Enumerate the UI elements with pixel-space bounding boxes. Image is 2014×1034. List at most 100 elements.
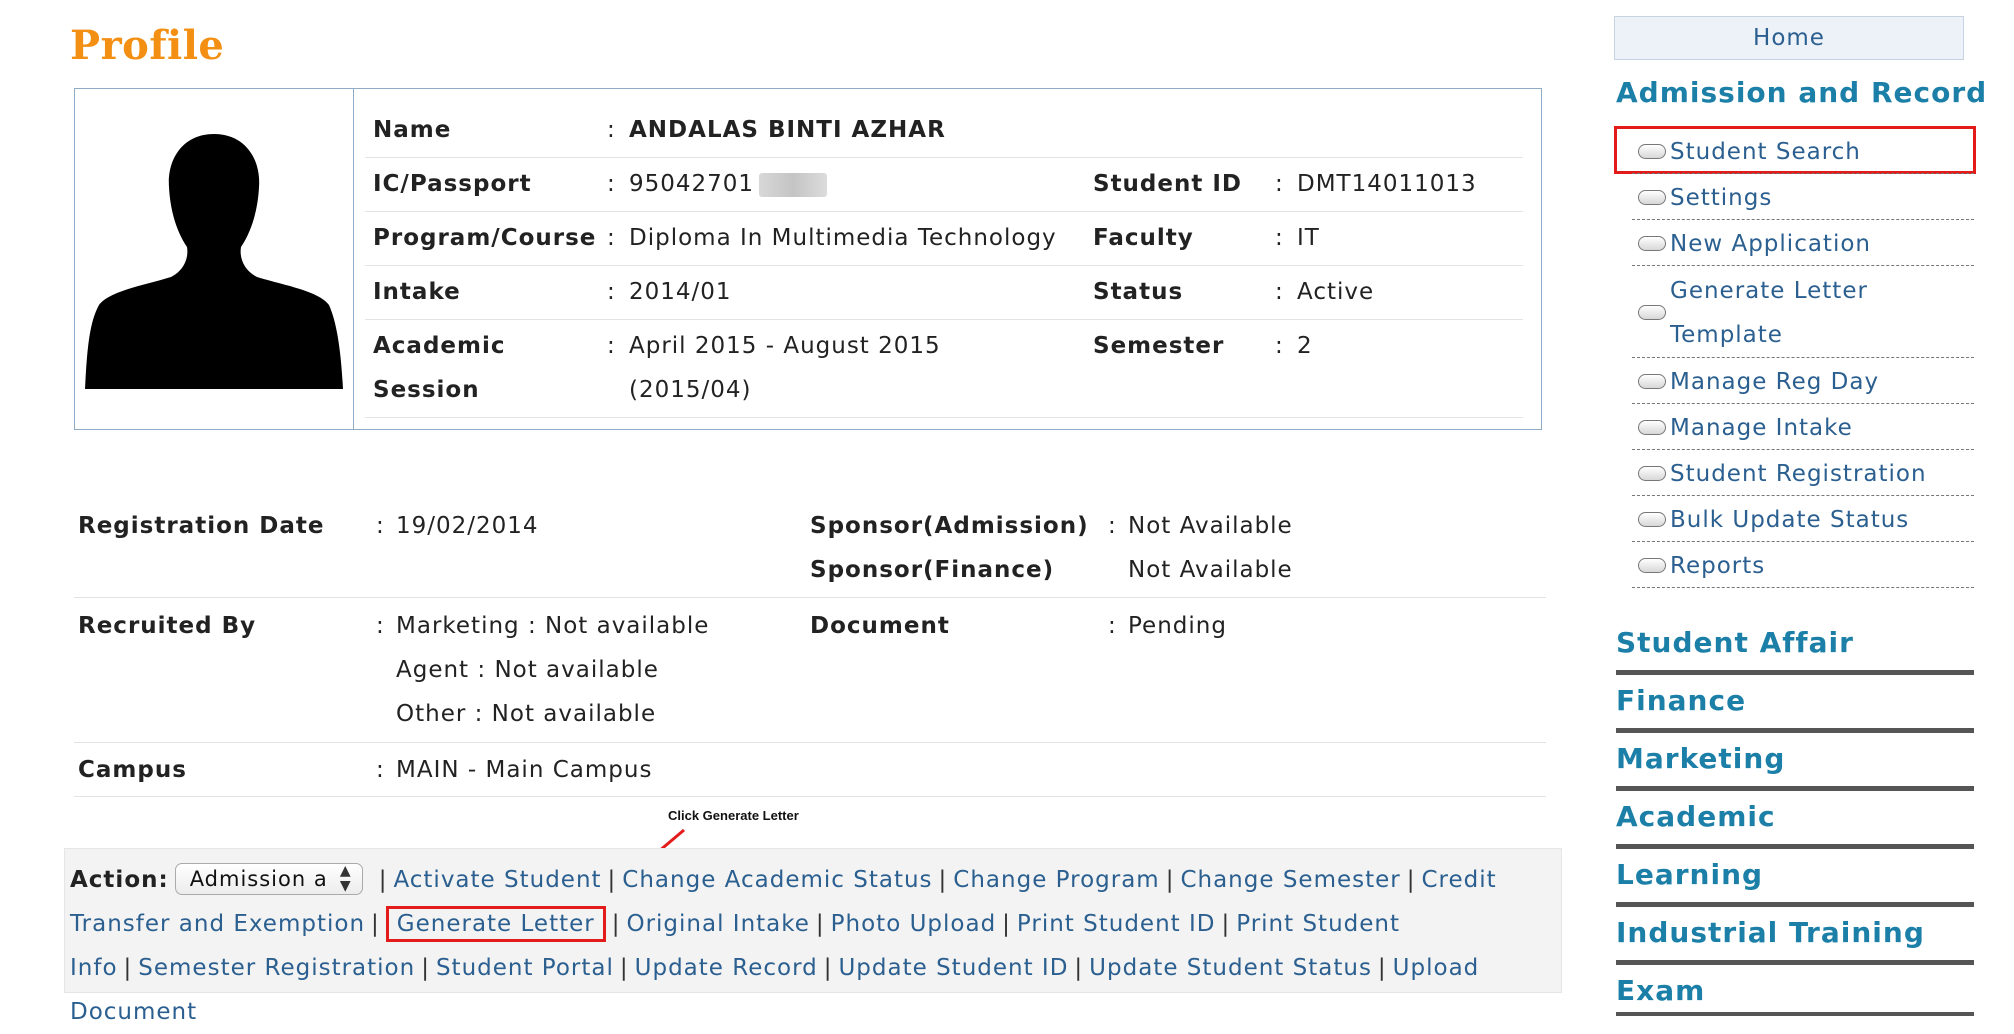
name-label: Name [373, 117, 452, 143]
status-colon: : [1275, 279, 1284, 305]
change-program-link[interactable]: Change Program [953, 867, 1159, 893]
generate-letter-link[interactable]: Generate Letter [385, 906, 606, 942]
bullet-icon [1638, 466, 1666, 481]
print-student-id-link[interactable]: Print Student ID [1017, 911, 1216, 937]
faculty-colon: : [1275, 225, 1284, 251]
row-divider [365, 157, 1523, 158]
update-student-status-link[interactable]: Update Student Status [1089, 955, 1372, 981]
section-finance[interactable]: Finance [1616, 684, 1746, 717]
row-divider [365, 265, 1523, 266]
bullet-icon [1638, 512, 1666, 527]
update-student-id-link[interactable]: Update Student ID [838, 955, 1068, 981]
action-select[interactable]: Admission a ▲ ▼ [174, 862, 363, 895]
link-separator: | [619, 955, 629, 981]
sidebar-item-label: Manage Reg Day [1670, 368, 1880, 395]
update-record-link[interactable]: Update Record [635, 955, 818, 981]
section-divider [1616, 902, 1974, 907]
section-learning[interactable]: Learning [1616, 858, 1763, 891]
recruited-marketing: Marketing : Not available [396, 613, 710, 639]
row-divider [365, 319, 1523, 320]
sponsor-finance-label: Sponsor(Finance) [810, 557, 1055, 583]
section-exam[interactable]: Exam [1616, 974, 1705, 1007]
recruited-agent: Agent : Not available [396, 657, 659, 683]
sidebar-item-label: Student Registration [1670, 460, 1927, 487]
student-id-label: Student ID [1093, 171, 1243, 197]
status-label: Status [1093, 279, 1184, 305]
sidebar-item-new-application[interactable]: New Application [1632, 222, 1974, 266]
row-divider [74, 597, 1546, 598]
change-academic-status-link[interactable]: Change Academic Status [622, 867, 932, 893]
sponsor-admission-label: Sponsor(Admission) [810, 513, 1089, 539]
link-separator: | [1406, 867, 1416, 893]
activate-student-link[interactable]: Activate Student [393, 867, 601, 893]
photo-upload-link[interactable]: Photo Upload [831, 911, 997, 937]
link-separator: | [1221, 911, 1231, 937]
intake-colon: : [607, 279, 616, 305]
sidebar-item-settings[interactable]: Settings [1632, 176, 1974, 220]
link-separator: | [371, 911, 380, 937]
section-divider [1616, 844, 1974, 849]
sponsor-admission-colon: : [1108, 513, 1117, 539]
bullet-icon [1638, 190, 1666, 205]
bullet-icon [1638, 305, 1666, 320]
recruited-by-colon: : [376, 613, 385, 639]
section-divider [1616, 960, 1974, 965]
link-separator: | [378, 867, 388, 893]
academic-value-line1: April 2015 - August 2015 [629, 333, 941, 359]
sidebar-item-student-registration[interactable]: Student Registration [1632, 452, 1974, 496]
sidebar-item-label: Bulk Update Status [1670, 506, 1910, 533]
link-separator: | [611, 911, 621, 937]
intake-value: 2014/01 [629, 279, 732, 305]
document-value: Pending [1128, 613, 1227, 639]
bullet-icon [1638, 236, 1666, 251]
section-academic[interactable]: Academic [1616, 800, 1776, 833]
ic-value: 95042701 [629, 171, 755, 197]
section-marketing[interactable]: Marketing [1616, 742, 1785, 775]
ic-colon: : [607, 171, 616, 197]
select-arrows-icon: ▲ ▼ [339, 862, 352, 894]
name-value: ANDALAS BINTI AZHAR [629, 117, 946, 143]
academic-label-line2: Session [373, 377, 480, 403]
sidebar-item-reports[interactable]: Reports [1632, 544, 1974, 588]
change-semester-link[interactable]: Change Semester [1180, 867, 1400, 893]
link-separator: | [1165, 867, 1175, 893]
semester-registration-link[interactable]: Semester Registration [138, 955, 415, 981]
section-divider [1616, 786, 1974, 791]
sidebar-item-bulk-update-status[interactable]: Bulk Update Status [1632, 498, 1974, 542]
sidebar-item-manage-intake[interactable]: Manage Intake [1632, 406, 1974, 450]
faculty-value: IT [1297, 225, 1320, 251]
home-button[interactable]: Home [1614, 16, 1964, 60]
campus-label: Campus [78, 757, 187, 783]
sidebar-item-label: Manage Intake [1670, 414, 1853, 441]
ic-label: IC/Passport [373, 171, 532, 197]
bullet-icon [1638, 420, 1666, 435]
semester-colon: : [1275, 333, 1284, 359]
original-intake-link[interactable]: Original Intake [626, 911, 809, 937]
sidebar-item-label: Reports [1670, 552, 1766, 579]
section-student-affair[interactable]: Student Affair [1616, 626, 1854, 659]
registration-date-colon: : [376, 513, 385, 539]
row-divider [74, 742, 1546, 743]
student-id-colon: : [1275, 171, 1284, 197]
label-line1: Generate Letter [1670, 277, 1868, 304]
link-separator: | [1002, 911, 1011, 937]
ic-redacted-blur [759, 173, 827, 197]
student-portal-link[interactable]: Student Portal [436, 955, 614, 981]
sidebar-item-generate-letter-template[interactable]: Generate Letter Template [1632, 268, 1974, 358]
sidebar-item-student-search[interactable]: Student Search [1632, 130, 1974, 174]
section-industrial-training[interactable]: Industrial Training [1616, 916, 1925, 949]
admission-and-record-title[interactable]: Admission and Record [1616, 76, 1987, 109]
registration-date-value: 19/02/2014 [396, 513, 539, 539]
student-id-value: DMT14011013 [1297, 171, 1477, 197]
document-colon: : [1108, 613, 1117, 639]
sidebar-item-label: Student Search [1670, 138, 1861, 165]
row-divider [74, 796, 1546, 797]
sidebar-item-manage-reg-day[interactable]: Manage Reg Day [1632, 360, 1974, 404]
semester-label: Semester [1093, 333, 1225, 359]
status-value: Active [1297, 279, 1375, 305]
faculty-label: Faculty [1093, 225, 1194, 251]
bullet-icon [1638, 374, 1666, 389]
recruited-by-label: Recruited By [78, 613, 257, 639]
intake-label: Intake [373, 279, 461, 305]
row-divider [365, 417, 1523, 418]
